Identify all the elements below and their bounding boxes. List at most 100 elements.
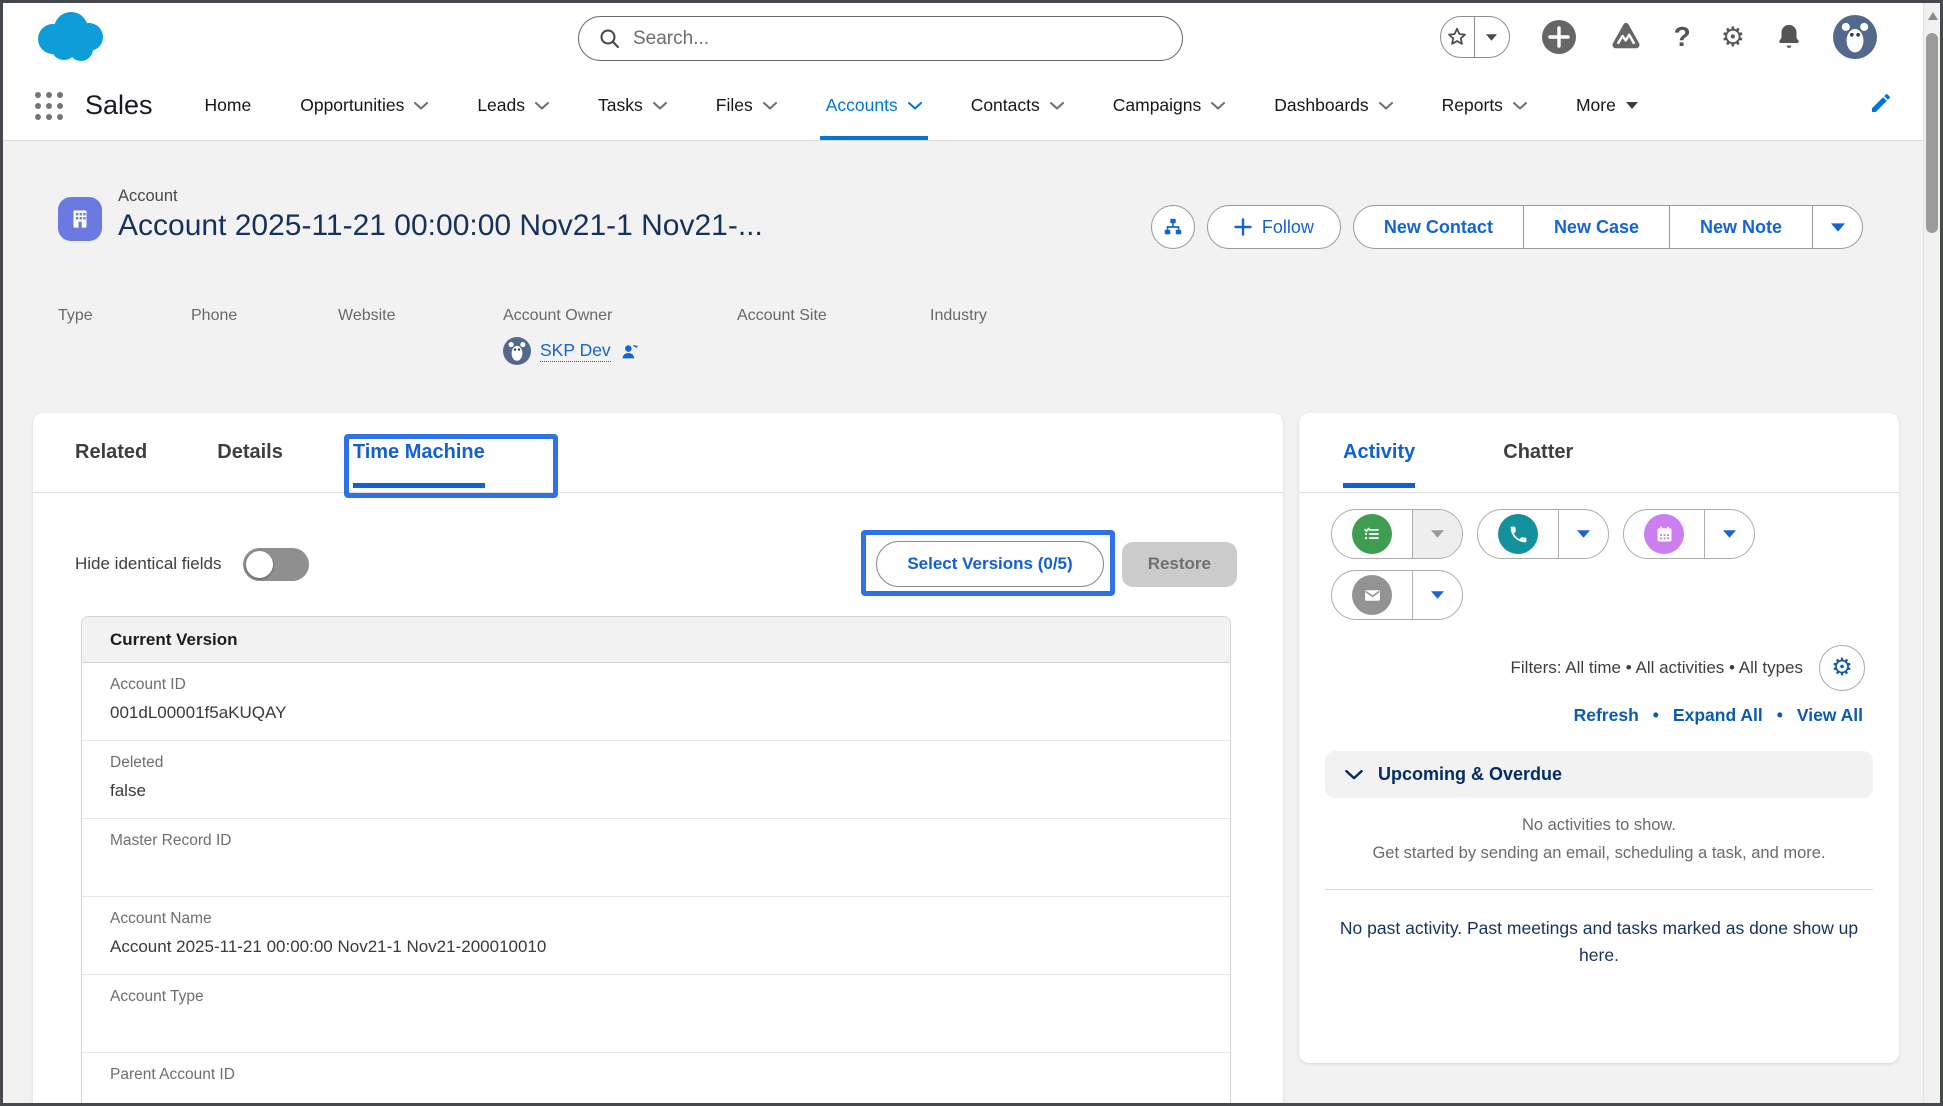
page-scrollbar[interactable] — [1923, 3, 1940, 1103]
nav-tab-accounts[interactable]: Accounts — [826, 71, 922, 140]
owner-avatar — [503, 337, 531, 365]
activity-links: Refresh • Expand All • View All — [1574, 705, 1863, 726]
new-task-icon[interactable] — [1332, 510, 1412, 558]
upcoming-overdue-section[interactable]: Upcoming & Overdue — [1325, 751, 1873, 798]
email-icon[interactable] — [1332, 571, 1412, 619]
favorites-dropdown-icon[interactable] — [1474, 17, 1509, 57]
email-dropdown-icon[interactable] — [1412, 571, 1462, 619]
current-version-table: Current Version Account ID 001dL00001f5a… — [81, 616, 1231, 1106]
table-row: Account Type — [82, 975, 1230, 1053]
email-button-group — [1331, 570, 1463, 620]
tab-details[interactable]: Details — [217, 413, 283, 492]
nav-tab-dashboards[interactable]: Dashboards — [1274, 71, 1392, 140]
app-launcher-icon[interactable] — [35, 92, 63, 120]
field-account-owner: Account Owner SKP Dev — [503, 307, 737, 365]
new-event-button-group — [1623, 509, 1755, 559]
nav-tab-tasks[interactable]: Tasks — [598, 71, 667, 140]
chevron-down-icon — [1513, 102, 1527, 110]
hide-identical-fields-toggle[interactable] — [243, 548, 309, 581]
section-title: Upcoming & Overdue — [1378, 764, 1562, 785]
new-case-button[interactable]: New Case — [1523, 206, 1669, 248]
salesforce-window: ? ⚙ Sales Home Opportunities — [0, 0, 1943, 1106]
table-row: Master Record ID — [82, 819, 1230, 897]
nav-tab-contacts[interactable]: Contacts — [971, 71, 1064, 140]
account-record-icon — [58, 197, 102, 241]
record-title: Account 2025-11-21 00:00:00 Nov21-1 Nov2… — [118, 209, 763, 243]
tab-activity[interactable]: Activity — [1343, 413, 1415, 492]
record-detail-card: Related Details Time Machine Hide identi… — [33, 413, 1283, 1106]
nav-tab-home[interactable]: Home — [205, 71, 252, 140]
activity-filters: Filters: All time • All activities • All… — [1511, 645, 1866, 691]
task-dropdown-icon[interactable] — [1412, 510, 1462, 558]
log-call-icon[interactable] — [1478, 510, 1558, 558]
activity-panel: Activity Chatter — [1299, 413, 1899, 1063]
global-actions-icon[interactable] — [1540, 18, 1578, 56]
refresh-link[interactable]: Refresh — [1574, 705, 1639, 726]
call-dropdown-icon[interactable] — [1558, 510, 1608, 558]
edit-nav-pencil-icon[interactable] — [1869, 91, 1893, 120]
tab-time-machine[interactable]: Time Machine — [353, 413, 485, 492]
favorite-star-icon[interactable] — [1441, 17, 1475, 57]
table-row: Account Name Account 2025-11-21 00:00:00… — [82, 897, 1230, 975]
app-navigation-bar: Sales Home Opportunities Leads Tasks Fil… — [3, 71, 1923, 141]
entity-label: Account — [118, 187, 178, 206]
org-chart-button[interactable] — [1151, 205, 1195, 249]
global-search[interactable] — [578, 16, 1183, 61]
new-note-button[interactable]: New Note — [1669, 206, 1812, 248]
change-owner-icon[interactable] — [620, 342, 640, 360]
activity-tabs: Activity Chatter — [1299, 413, 1899, 493]
scrollbar-up-arrow[interactable] — [1928, 12, 1938, 20]
nav-tab-campaigns[interactable]: Campaigns — [1113, 71, 1226, 140]
nav-tab-files[interactable]: Files — [716, 71, 777, 140]
toggle-knob — [246, 551, 273, 578]
new-contact-button[interactable]: New Contact — [1354, 206, 1523, 248]
table-row: Parent Account ID — [82, 1053, 1230, 1106]
tab-chatter[interactable]: Chatter — [1503, 413, 1573, 492]
chevron-down-icon — [535, 102, 549, 110]
hide-identical-fields-label: Hide identical fields — [75, 554, 221, 574]
help-icon[interactable]: ? — [1674, 21, 1691, 53]
nav-tab-opportunities[interactable]: Opportunities — [300, 71, 428, 140]
table-row: Account ID 001dL00001f5aKUQAY — [82, 663, 1230, 741]
view-all-link[interactable]: View All — [1797, 705, 1863, 726]
expand-all-link[interactable]: Expand All — [1673, 705, 1763, 726]
no-activities-message: No activities to show. Get started by se… — [1309, 811, 1889, 867]
filters-gear-icon[interactable]: ⚙ — [1819, 645, 1865, 691]
setup-gear-icon[interactable]: ⚙ — [1721, 24, 1745, 51]
restore-button[interactable]: Restore — [1122, 542, 1237, 587]
chevron-down-icon — [763, 102, 777, 110]
event-dropdown-icon[interactable] — [1704, 510, 1754, 558]
app-name[interactable]: Sales — [85, 90, 153, 121]
select-versions-button[interactable]: Select Versions (0/5) — [876, 541, 1103, 587]
chevron-down-icon — [1211, 102, 1225, 110]
record-tabs: Related Details Time Machine — [33, 413, 1283, 493]
nav-tab-more[interactable]: More — [1576, 71, 1638, 140]
follow-button[interactable]: Follow — [1207, 205, 1341, 249]
record-header: Account Account 2025-11-21 00:00:00 Nov2… — [3, 141, 1923, 413]
chevron-down-icon — [1050, 102, 1064, 110]
nav-tabs: Home Opportunities Leads Tasks Files Acc… — [205, 71, 1638, 140]
search-icon — [599, 28, 621, 50]
trailhead-icon[interactable] — [1608, 19, 1644, 55]
no-past-activity-message: No past activity. Past meetings and task… — [1323, 915, 1875, 969]
tab-related[interactable]: Related — [75, 413, 147, 492]
global-header: ? ⚙ — [3, 3, 1923, 71]
user-avatar[interactable] — [1833, 15, 1877, 59]
field-website: Website — [338, 307, 503, 365]
record-button-group: New Contact New Case New Note — [1353, 205, 1863, 249]
search-input[interactable] — [633, 28, 1113, 50]
new-event-icon[interactable] — [1624, 510, 1704, 558]
field-type: Type — [58, 307, 191, 365]
chevron-down-icon — [908, 102, 922, 110]
filters-text: Filters: All time • All activities • All… — [1511, 658, 1804, 678]
more-actions-dropdown-icon[interactable] — [1812, 206, 1862, 248]
salesforce-logo[interactable] — [29, 9, 115, 65]
scrollbar-thumb[interactable] — [1926, 33, 1938, 233]
nav-tab-leads[interactable]: Leads — [477, 71, 549, 140]
record-action-buttons: Follow New Contact New Case New Note — [1151, 205, 1863, 249]
notifications-bell-icon[interactable] — [1775, 22, 1803, 52]
chevron-down-icon — [1345, 770, 1363, 780]
table-row: Deleted false — [82, 741, 1230, 819]
owner-link[interactable]: SKP Dev — [540, 340, 611, 362]
nav-tab-reports[interactable]: Reports — [1442, 71, 1527, 140]
